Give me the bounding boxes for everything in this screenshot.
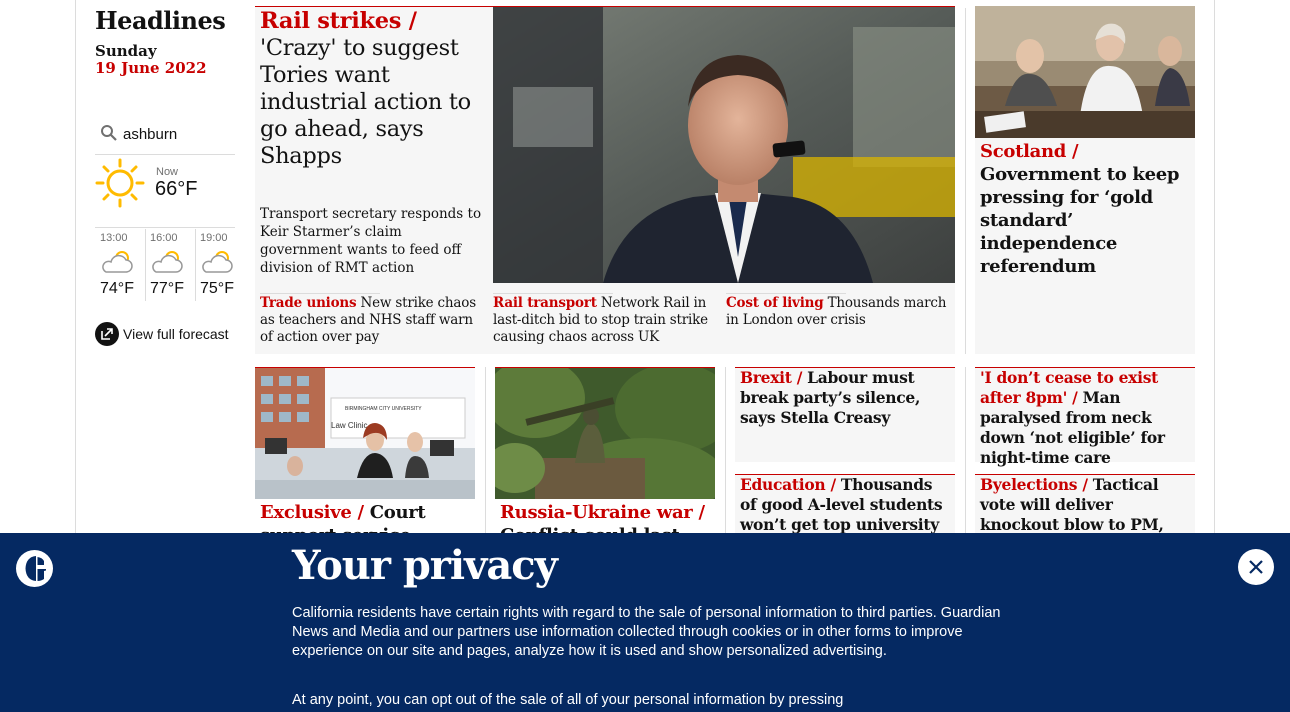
view-full-forecast-label: View full forecast bbox=[123, 326, 229, 342]
section-title: Headlines bbox=[95, 6, 226, 35]
weather-now-temp: 66°F bbox=[155, 178, 198, 200]
forecast-item: 16:00 77°F bbox=[150, 232, 194, 298]
scotland-kicker: Scotland / bbox=[980, 141, 1079, 162]
partly-cloudy-icon bbox=[102, 251, 133, 273]
small-story[interactable]: Education / Thousands of good A-level st… bbox=[740, 475, 952, 535]
column-divider-3 bbox=[725, 367, 726, 533]
sublink[interactable]: Cost of living Thousands march in London… bbox=[726, 295, 951, 329]
small-story-kicker: Byelections / bbox=[980, 475, 1088, 494]
sublink-rule bbox=[726, 293, 846, 294]
lead-kicker: Rail strikes / bbox=[260, 8, 417, 34]
forecast-temp: 77°F bbox=[150, 280, 184, 297]
date-day: Sunday bbox=[95, 42, 157, 60]
sublink-rule bbox=[260, 293, 380, 294]
partly-cloudy-icon bbox=[152, 251, 183, 273]
column-divider-2 bbox=[485, 367, 486, 533]
date-full: 19 June 2022 bbox=[95, 59, 207, 77]
lead-headline[interactable]: Rail strikes / 'Crazy' to suggest Tories… bbox=[260, 8, 485, 170]
photo-university-label: BIRMINGHAM CITY UNIVERSITY bbox=[345, 406, 422, 412]
external-link-icon bbox=[95, 322, 119, 346]
scotland-headline-text: Government to keep pressing for ‘gold st… bbox=[980, 164, 1180, 277]
column-divider-4 bbox=[965, 367, 966, 533]
forecast-temp: 75°F bbox=[200, 280, 234, 297]
partly-cloudy-icon bbox=[202, 251, 233, 273]
ukraine-photo[interactable] bbox=[495, 368, 715, 499]
forecast-item: 19:00 75°F bbox=[200, 232, 244, 298]
column-divider bbox=[965, 8, 966, 354]
forecast-time: 13:00 bbox=[100, 232, 128, 244]
privacy-text: California residents have certain rights… bbox=[292, 605, 1001, 659]
page-border-left bbox=[75, 0, 76, 533]
forecast-sep-1 bbox=[145, 229, 146, 301]
forecast-item: 13:00 74°F bbox=[100, 232, 144, 298]
ukraine-kicker: Russia-Ukraine war / bbox=[500, 502, 705, 523]
photo-sign-label: Law Clinic bbox=[331, 421, 367, 430]
privacy-banner: Your privacy California residents have c… bbox=[0, 533, 1290, 712]
weather-search[interactable]: ashburn bbox=[95, 120, 235, 155]
privacy-title: Your privacy bbox=[292, 542, 558, 589]
privacy-text-2: At any point, you can opt out of the sal… bbox=[292, 692, 844, 708]
sublink[interactable]: Trade unions New strike chaos as teacher… bbox=[260, 295, 482, 346]
weather-now-label: Now bbox=[156, 166, 179, 178]
lead-photo[interactable] bbox=[493, 7, 955, 283]
sublink-kicker: Rail transport bbox=[493, 295, 597, 311]
small-story-kicker: Brexit / bbox=[740, 368, 803, 387]
sublink[interactable]: Rail transport Network Rail in last-ditc… bbox=[493, 295, 713, 346]
forecast-divider bbox=[95, 227, 235, 228]
search-input[interactable]: ashburn bbox=[123, 126, 177, 143]
sun-icon bbox=[95, 158, 145, 208]
sublink-kicker: Trade unions bbox=[260, 295, 357, 311]
search-icon bbox=[101, 125, 117, 141]
sublink-kicker: Cost of living bbox=[726, 295, 824, 311]
forecast-temp: 74°F bbox=[100, 280, 134, 297]
forecast-sep-2 bbox=[195, 229, 196, 301]
close-icon bbox=[1249, 560, 1263, 574]
small-story-kicker: Education / bbox=[740, 475, 836, 494]
forecast-time: 19:00 bbox=[200, 232, 228, 244]
lead-standfirst: Transport secretary responds to Keir Sta… bbox=[260, 206, 482, 276]
scotland-headline[interactable]: Scotland / Government to keep pressing f… bbox=[980, 140, 1192, 278]
court-photo[interactable]: BIRMINGHAM CITY UNIVERSITY Law Clinic bbox=[255, 368, 475, 499]
page-border-right bbox=[1214, 0, 1215, 533]
small-story[interactable]: 'I don’t cease to exist after 8pm' / Man… bbox=[980, 368, 1192, 468]
forecast-time: 16:00 bbox=[150, 232, 178, 244]
small-story-kicker: 'I don’t cease to exist after 8pm' / bbox=[980, 368, 1158, 407]
scotland-photo[interactable] bbox=[975, 6, 1195, 138]
court-kicker: Exclusive / bbox=[260, 502, 364, 523]
sublink-rule bbox=[493, 293, 613, 294]
lead-headline-text: 'Crazy' to suggest Tories want industria… bbox=[260, 35, 471, 169]
close-button[interactable] bbox=[1238, 549, 1274, 585]
guardian-logo-icon bbox=[16, 550, 53, 587]
small-story[interactable]: Brexit / Labour must break party’s silen… bbox=[740, 368, 952, 428]
